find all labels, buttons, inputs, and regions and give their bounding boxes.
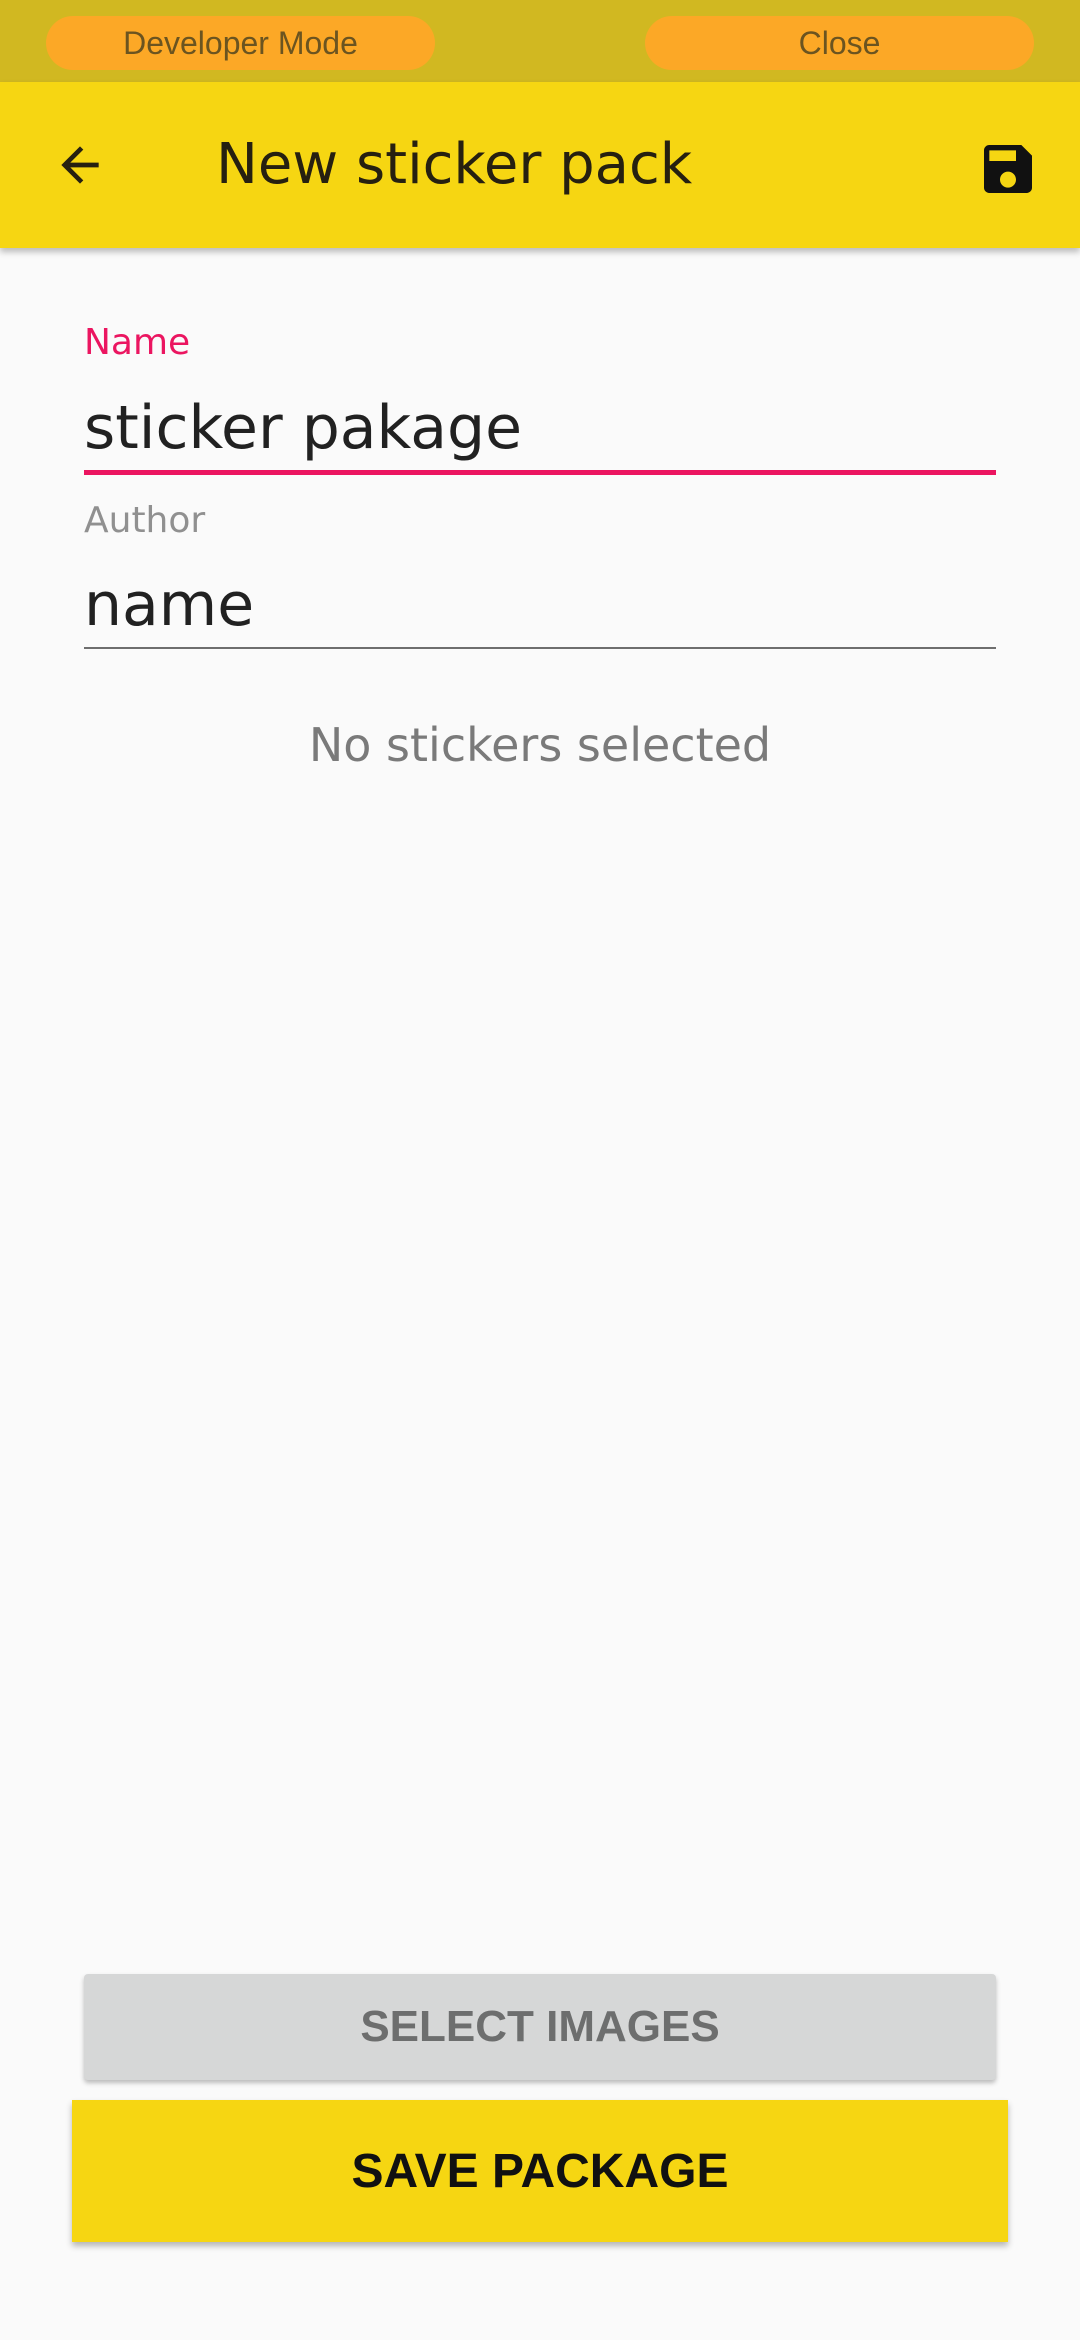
name-field-underline [84,470,996,475]
author-field-label: Author [84,500,206,541]
app-bar: New sticker pack [0,82,1080,248]
back-button[interactable] [40,125,120,205]
name-field[interactable] [84,386,996,470]
save-package-button[interactable]: SAVE PACKAGE [72,2100,1008,2242]
select-images-button[interactable]: SELECT IMAGES [84,1974,996,2080]
name-field-label: Name [84,322,191,363]
empty-stickers-message: No stickers selected [308,718,772,772]
author-field[interactable] [84,563,996,647]
save-icon-button[interactable] [968,129,1048,209]
close-developer-mode-button[interactable]: Close [645,16,1034,70]
arrow-left-icon [61,146,99,184]
author-field-underline [84,647,996,649]
floppy-disk-icon [984,145,1032,193]
page-title: New sticker pack [216,132,693,197]
developer-mode-bar: Developer Mode Close [0,0,1080,82]
developer-mode-button[interactable]: Developer Mode [46,16,435,70]
